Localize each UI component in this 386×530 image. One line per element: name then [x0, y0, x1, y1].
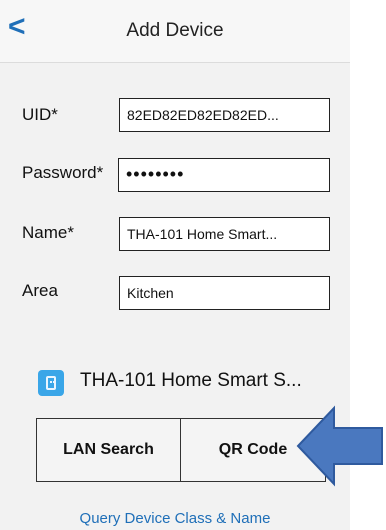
uid-field[interactable]: 82ED82ED82ED82ED...: [119, 98, 330, 132]
password-field[interactable]: ••••••••: [118, 158, 330, 192]
navigation-bar: < Add Device: [0, 0, 350, 63]
uid-label: UID*: [22, 105, 58, 124]
pointer-arrow-icon: [296, 405, 383, 487]
device-icon: [38, 370, 64, 396]
page-title: Add Device: [126, 20, 224, 41]
area-label: Area: [22, 281, 58, 300]
query-device-link[interactable]: Query Device Class & Name: [0, 510, 350, 527]
name-field[interactable]: THA-101 Home Smart...: [119, 217, 330, 251]
device-name: THA-101 Home Smart S...: [80, 370, 302, 391]
lan-search-button[interactable]: LAN Search: [36, 418, 181, 482]
password-label: Password*: [22, 163, 104, 182]
area-field[interactable]: Kitchen: [119, 276, 330, 310]
name-label: Name*: [22, 223, 74, 242]
